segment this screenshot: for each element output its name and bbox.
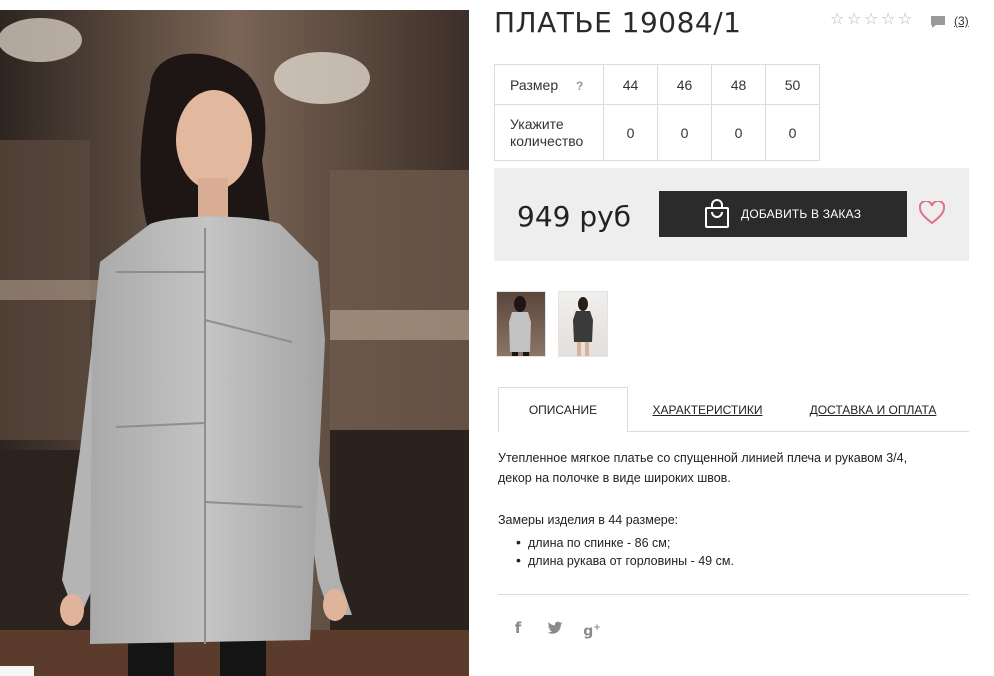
review-count-link[interactable]: (3)	[954, 14, 969, 28]
star-icon[interactable]: ☆	[847, 11, 863, 27]
quantity-input[interactable]: 0	[711, 104, 766, 161]
star-icon[interactable]: ☆	[881, 11, 897, 27]
description-line: Утепленное мягкое платье со спущенной ли…	[498, 451, 908, 465]
google-plus-icon[interactable]: g+	[582, 618, 602, 640]
measurement-item: длина по спинке - 86 см;	[516, 534, 734, 552]
size-cell: 48	[711, 64, 766, 105]
size-table: Размер ? 44 46 48 50 Укажите количество …	[494, 64, 820, 161]
purchase-panel: 949 руб ДОБАВИТЬ В ЗАКАЗ	[494, 168, 969, 261]
measurement-item: длина рукава от горловины - 49 см.	[516, 552, 734, 570]
star-icon[interactable]: ☆	[898, 11, 914, 27]
tab-delivery-payment[interactable]: ДОСТАВКА И ОПЛАТА	[809, 387, 937, 432]
star-icon[interactable]: ☆	[830, 11, 846, 27]
star-icon[interactable]: ☆	[864, 11, 880, 27]
divider	[498, 594, 969, 595]
quantity-label-line2: количество	[510, 132, 584, 149]
product-title: ПЛАТЬЕ 19084/1	[494, 6, 742, 39]
measurements-title: Замеры изделия в 44 размере:	[498, 513, 679, 527]
thumbnail-gray-dress[interactable]	[496, 291, 546, 357]
help-icon[interactable]: ?	[576, 79, 583, 93]
description-text: Утепленное мягкое платье со спущенной ли…	[498, 448, 958, 488]
twitter-icon[interactable]	[545, 618, 565, 638]
quantity-input[interactable]: 0	[765, 104, 820, 161]
comment-icon[interactable]	[930, 15, 946, 29]
thumbnail-black-dress[interactable]	[558, 291, 608, 357]
size-cell: 44	[603, 64, 658, 105]
size-cell: 50	[765, 64, 820, 105]
shopping-bag-icon	[705, 199, 729, 228]
description-line: декор на полочке в виде широких швов.	[498, 471, 731, 485]
quantity-row: Укажите количество 0 0 0 0	[494, 104, 820, 161]
size-row: Размер ? 44 46 48 50	[494, 64, 820, 105]
quantity-input[interactable]: 0	[603, 104, 658, 161]
product-main-photo[interactable]	[0, 10, 469, 676]
size-cell: 46	[657, 64, 712, 105]
size-label-cell: Размер ?	[494, 64, 604, 105]
quantity-label-line1: Укажите	[510, 115, 564, 132]
product-tabs: ОПИСАНИЕ ХАРАКТЕРИСТИКИ ДОСТАВКА И ОПЛАТ…	[498, 387, 969, 433]
tab-characteristics[interactable]: ХАРАКТЕРИСТИКИ	[650, 387, 765, 432]
rating-stars[interactable]: ☆ ☆ ☆ ☆ ☆	[830, 11, 914, 27]
quantity-label: Укажите количество	[494, 104, 604, 161]
size-label: Размер	[510, 76, 559, 93]
add-to-order-button[interactable]: ДОБАВИТЬ В ЗАКАЗ	[659, 191, 907, 237]
facebook-icon[interactable]: f	[508, 618, 528, 638]
tab-description[interactable]: ОПИСАНИЕ	[498, 387, 628, 433]
heart-icon[interactable]	[919, 201, 945, 225]
measurements-list: длина по спинке - 86 см; длина рукава от…	[516, 534, 734, 570]
quantity-input[interactable]: 0	[657, 104, 712, 161]
add-to-order-label: ДОБАВИТЬ В ЗАКАЗ	[741, 207, 862, 221]
price: 949 руб	[517, 200, 631, 233]
